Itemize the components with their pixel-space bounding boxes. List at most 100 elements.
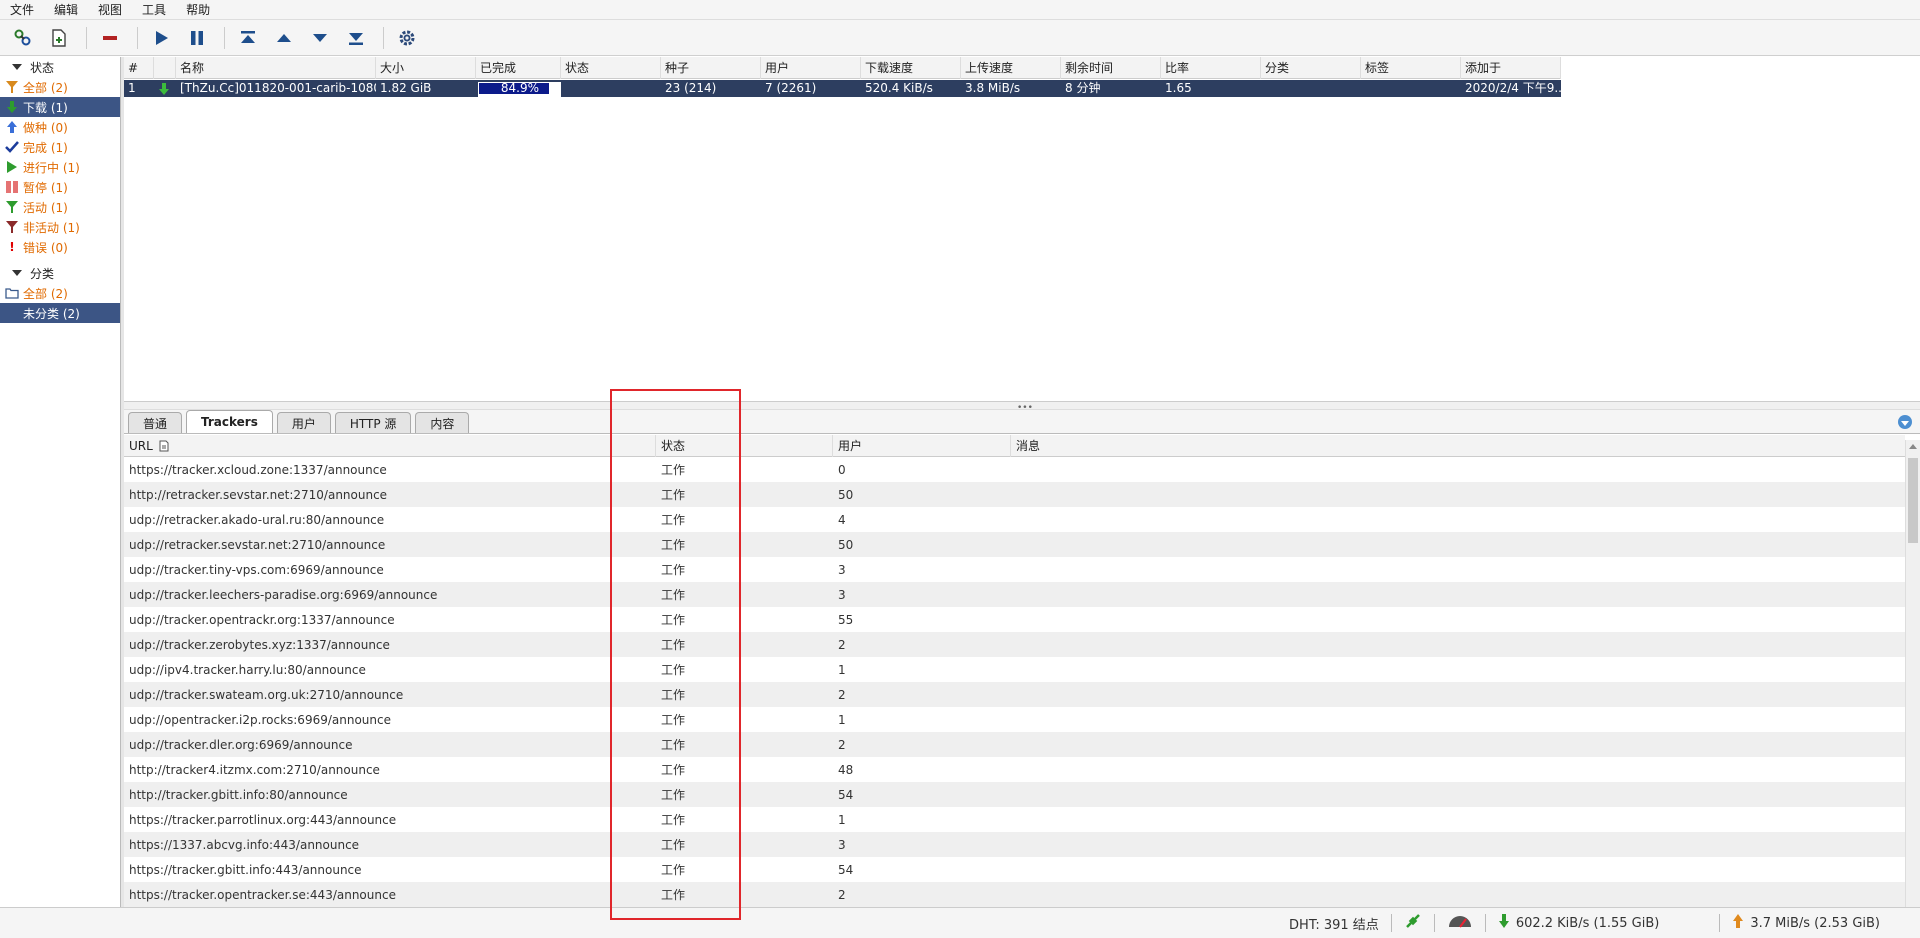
move-up-button[interactable] bbox=[271, 25, 297, 51]
tab-peers[interactable]: 用户 bbox=[276, 412, 331, 433]
menu-tools[interactable]: 工具 bbox=[142, 1, 166, 18]
col-size[interactable]: 大小 bbox=[376, 57, 476, 79]
tracker-row[interactable]: https://tracker.opentracker.se:443/annou… bbox=[124, 882, 1905, 907]
sidebar-item-category-all[interactable]: 全部 (2) bbox=[0, 283, 120, 303]
tracker-row[interactable]: udp://ipv4.tracker.harry.lu:80/announce 工… bbox=[124, 657, 1905, 682]
progress-bar: 84.9% bbox=[478, 82, 561, 97]
col-index[interactable]: # bbox=[124, 57, 154, 79]
move-up-icon bbox=[277, 33, 291, 42]
sidebar-item-all[interactable]: 全部 (2) bbox=[0, 77, 120, 97]
tab-general[interactable]: 普通 bbox=[128, 412, 183, 433]
col-up-speed[interactable]: 上传速度 bbox=[961, 57, 1061, 79]
status-section-header[interactable]: 状态 bbox=[0, 57, 120, 77]
menu-edit[interactable]: 编辑 bbox=[54, 1, 78, 18]
connection-status-icon[interactable] bbox=[1404, 912, 1422, 934]
tracker-row[interactable]: udp://retracker.sevstar.net:2710/announc… bbox=[124, 532, 1905, 557]
tab-http-sources[interactable]: HTTP 源 bbox=[334, 412, 412, 433]
sidebar-item-running[interactable]: 进行中 (1) bbox=[0, 157, 120, 177]
tracker-row[interactable]: https://tracker.gbitt.info:443/announce 工… bbox=[124, 857, 1905, 882]
menu-view[interactable]: 视图 bbox=[98, 1, 122, 18]
tracker-row[interactable]: udp://tracker.zerobytes.xyz:1337/announc… bbox=[124, 632, 1905, 657]
tracker-row[interactable]: udp://tracker.dler.org:6969/announce 工作 2 bbox=[124, 732, 1905, 757]
sidebar-item-inactive[interactable]: 非活动 (1) bbox=[0, 217, 120, 237]
col-eta[interactable]: 剩余时间 bbox=[1061, 57, 1161, 79]
tracker-row[interactable]: udp://tracker.swateam.org.uk:2710/announ… bbox=[124, 682, 1905, 707]
checkmark-icon bbox=[5, 140, 19, 154]
col-status[interactable]: 状态 bbox=[561, 57, 661, 79]
tab-trackers[interactable]: Trackers bbox=[186, 410, 273, 433]
menu-help[interactable]: 帮助 bbox=[186, 1, 210, 18]
pause-button[interactable] bbox=[184, 25, 210, 51]
col-name[interactable]: 名称 bbox=[176, 57, 376, 79]
sidebar-item-seeding[interactable]: 做种 (0) bbox=[0, 117, 120, 137]
move-top-button[interactable] bbox=[235, 25, 261, 51]
menu-file[interactable]: 文件 bbox=[10, 1, 34, 18]
tracker-status: 工作 bbox=[661, 688, 686, 702]
tracker-status: 工作 bbox=[661, 838, 686, 852]
col-down-speed[interactable]: 下载速度 bbox=[861, 57, 961, 79]
collapse-panel-button[interactable] bbox=[1898, 415, 1912, 429]
category-section-header[interactable]: 分类 bbox=[0, 263, 120, 283]
torrent-size: 1.82 GiB bbox=[380, 81, 432, 95]
tracker-status: 工作 bbox=[661, 663, 686, 677]
remove-button[interactable] bbox=[97, 25, 123, 51]
col-tags[interactable]: 标签 bbox=[1361, 57, 1461, 79]
sidebar-item-errored[interactable]: ! 错误 (0) bbox=[0, 237, 120, 257]
tracker-status: 工作 bbox=[661, 813, 686, 827]
upload-speed-total[interactable]: 3.7 MiB/s (2.53 GiB) bbox=[1750, 916, 1880, 931]
move-down-button[interactable] bbox=[307, 25, 333, 51]
tracker-status: 工作 bbox=[661, 638, 686, 652]
tracker-row[interactable]: udp://retracker.akado-ural.ru:80/announc… bbox=[124, 507, 1905, 532]
panel-splitter[interactable]: ••• bbox=[124, 401, 1920, 413]
col-seeds[interactable]: 种子 bbox=[661, 57, 761, 79]
col-progress[interactable]: 已完成 bbox=[476, 57, 561, 79]
sidebar-item-completed[interactable]: 完成 (1) bbox=[0, 137, 120, 157]
col-state-icon[interactable] bbox=[154, 57, 176, 79]
download-speed-total[interactable]: 602.2 KiB/s (1.55 GiB) bbox=[1516, 916, 1660, 931]
move-bottom-button[interactable] bbox=[343, 25, 369, 51]
add-torrent-file-button[interactable] bbox=[46, 25, 72, 51]
tracker-status: 工作 bbox=[661, 588, 686, 602]
scrollbar-thumb[interactable] bbox=[1908, 458, 1918, 543]
col-tracker-status[interactable]: 状态 bbox=[656, 435, 833, 457]
col-tracker-message[interactable]: 消息 bbox=[1011, 435, 1905, 457]
tracker-peers: 1 bbox=[838, 712, 846, 727]
add-torrent-link-button[interactable] bbox=[10, 25, 36, 51]
sidebar-item-active[interactable]: 活动 (1) bbox=[0, 197, 120, 217]
tracker-url: udp://retracker.sevstar.net:2710/announc… bbox=[129, 537, 386, 552]
sidebar-item-paused[interactable]: 暂停 (1) bbox=[0, 177, 120, 197]
col-peers[interactable]: 用户 bbox=[761, 57, 861, 79]
tracker-row[interactable]: udp://tracker.opentrackr.org:1337/announ… bbox=[124, 607, 1905, 632]
tracker-url: udp://opentracker.i2p.rocks:6969/announc… bbox=[129, 712, 391, 727]
tracker-row[interactable]: http://retracker.sevstar.net:2710/announ… bbox=[124, 482, 1905, 507]
resume-button[interactable] bbox=[148, 25, 174, 51]
col-category[interactable]: 分类 bbox=[1261, 57, 1361, 79]
tracker-url: http://retracker.sevstar.net:2710/announ… bbox=[129, 487, 388, 502]
col-url[interactable]: URL bbox=[124, 435, 656, 457]
tracker-status: 工作 bbox=[661, 613, 686, 627]
options-button[interactable] bbox=[394, 25, 420, 51]
col-tracker-peers[interactable]: 用户 bbox=[833, 435, 1011, 457]
torrent-row[interactable]: 1 [ThZu.Cc]011820-001-carib-1080p 1.82 G… bbox=[124, 80, 1561, 97]
tracker-row[interactable]: http://tracker.gbitt.info:80/announce 工作 5… bbox=[124, 782, 1905, 807]
tab-content[interactable]: 内容 bbox=[415, 412, 470, 433]
scroll-up-icon[interactable] bbox=[1909, 444, 1917, 449]
sidebar-item-downloading[interactable]: 下载 (1) bbox=[0, 97, 120, 117]
tracker-row[interactable]: udp://opentracker.i2p.rocks:6969/announc… bbox=[124, 707, 1905, 732]
tracker-row[interactable]: http://tracker4.itzmx.com:2710/announce 工… bbox=[124, 757, 1905, 782]
speed-limit-icon[interactable] bbox=[1447, 913, 1473, 933]
tracker-row[interactable]: https://tracker.xcloud.zone:1337/announc… bbox=[124, 457, 1905, 482]
torrent-eta: 8 分钟 bbox=[1065, 81, 1101, 95]
tracker-row[interactable]: https://tracker.parrotlinux.org:443/anno… bbox=[124, 807, 1905, 832]
tracker-row[interactable]: https://1337.abcvg.info:443/announce 工作 3 bbox=[124, 832, 1905, 857]
trackers-scrollbar[interactable] bbox=[1905, 440, 1920, 907]
tracker-status: 工作 bbox=[661, 513, 686, 527]
sidebar-item-uncategorized[interactable]: 未分类 (2) bbox=[0, 303, 120, 323]
tracker-peers: 3 bbox=[838, 837, 846, 852]
move-top-icon bbox=[241, 30, 255, 43]
toolbar-separator bbox=[86, 26, 87, 49]
tracker-row[interactable]: udp://tracker.tiny-vps.com:6969/announce… bbox=[124, 557, 1905, 582]
col-added[interactable]: 添加于 bbox=[1461, 57, 1561, 79]
col-ratio[interactable]: 比率 bbox=[1161, 57, 1261, 79]
tracker-row[interactable]: udp://tracker.leechers-paradise.org:6969… bbox=[124, 582, 1905, 607]
